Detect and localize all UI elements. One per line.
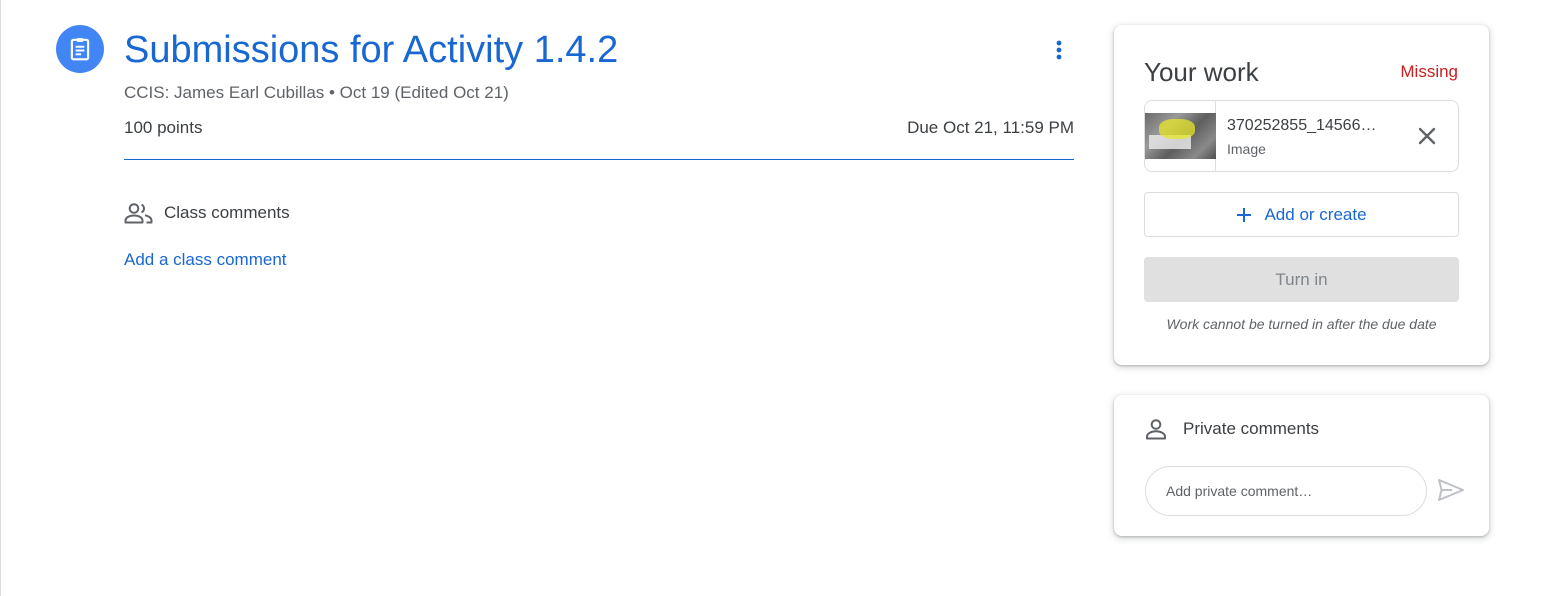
attachment-type: Image — [1227, 141, 1266, 157]
private-comments-card: Private comments — [1114, 395, 1489, 536]
people-icon — [124, 203, 153, 224]
add-class-comment-link[interactable]: Add a class comment — [124, 250, 287, 270]
more-vert-icon — [1056, 40, 1062, 60]
assignment-due-date: Due Oct 21, 11:59 PM — [907, 118, 1074, 137]
plus-icon — [1236, 207, 1252, 223]
more-options-button[interactable] — [1040, 31, 1078, 69]
add-or-create-label: Add or create — [1264, 204, 1367, 224]
assignment-icon — [56, 25, 104, 73]
header-divider — [124, 159, 1074, 160]
image-thumbnail — [1145, 113, 1216, 159]
turn-in-note: Work cannot be turned in after the due d… — [1166, 316, 1437, 332]
attachment-item[interactable]: 370252855_14566… Image — [1144, 100, 1459, 172]
assignment-points: 100 points — [124, 118, 203, 137]
send-icon — [1438, 479, 1464, 501]
page-title: Submissions for Activity 1.4.2 — [124, 29, 619, 71]
add-or-create-button[interactable]: Add or create — [1144, 192, 1459, 237]
private-comment-input[interactable] — [1145, 466, 1427, 516]
your-work-card: Your work Missing 370252855_14566… Image… — [1114, 25, 1489, 365]
turn-in-button[interactable]: Turn in — [1144, 257, 1459, 302]
remove-attachment-button[interactable] — [1414, 123, 1440, 149]
status-badge: Missing — [1400, 62, 1458, 81]
close-icon — [1418, 127, 1436, 145]
assignment-main: Submissions for Activity 1.4.2 CCIS: Jam… — [0, 0, 1100, 596]
person-icon — [1146, 419, 1166, 440]
attachment-thumbnail — [1145, 101, 1216, 171]
private-comments-label: Private comments — [1183, 419, 1320, 438]
class-comments-header: Class comments — [124, 202, 290, 224]
class-comments-label: Class comments — [164, 203, 290, 222]
attachment-name: 370252855_14566… — [1227, 117, 1377, 134]
your-work-title: Your work — [1144, 57, 1259, 87]
private-comments-header: Private comments — [1144, 417, 1319, 441]
send-comment-button[interactable] — [1436, 475, 1466, 505]
assignment-meta: CCIS: James Earl Cubillas • Oct 19 (Edit… — [124, 83, 509, 102]
